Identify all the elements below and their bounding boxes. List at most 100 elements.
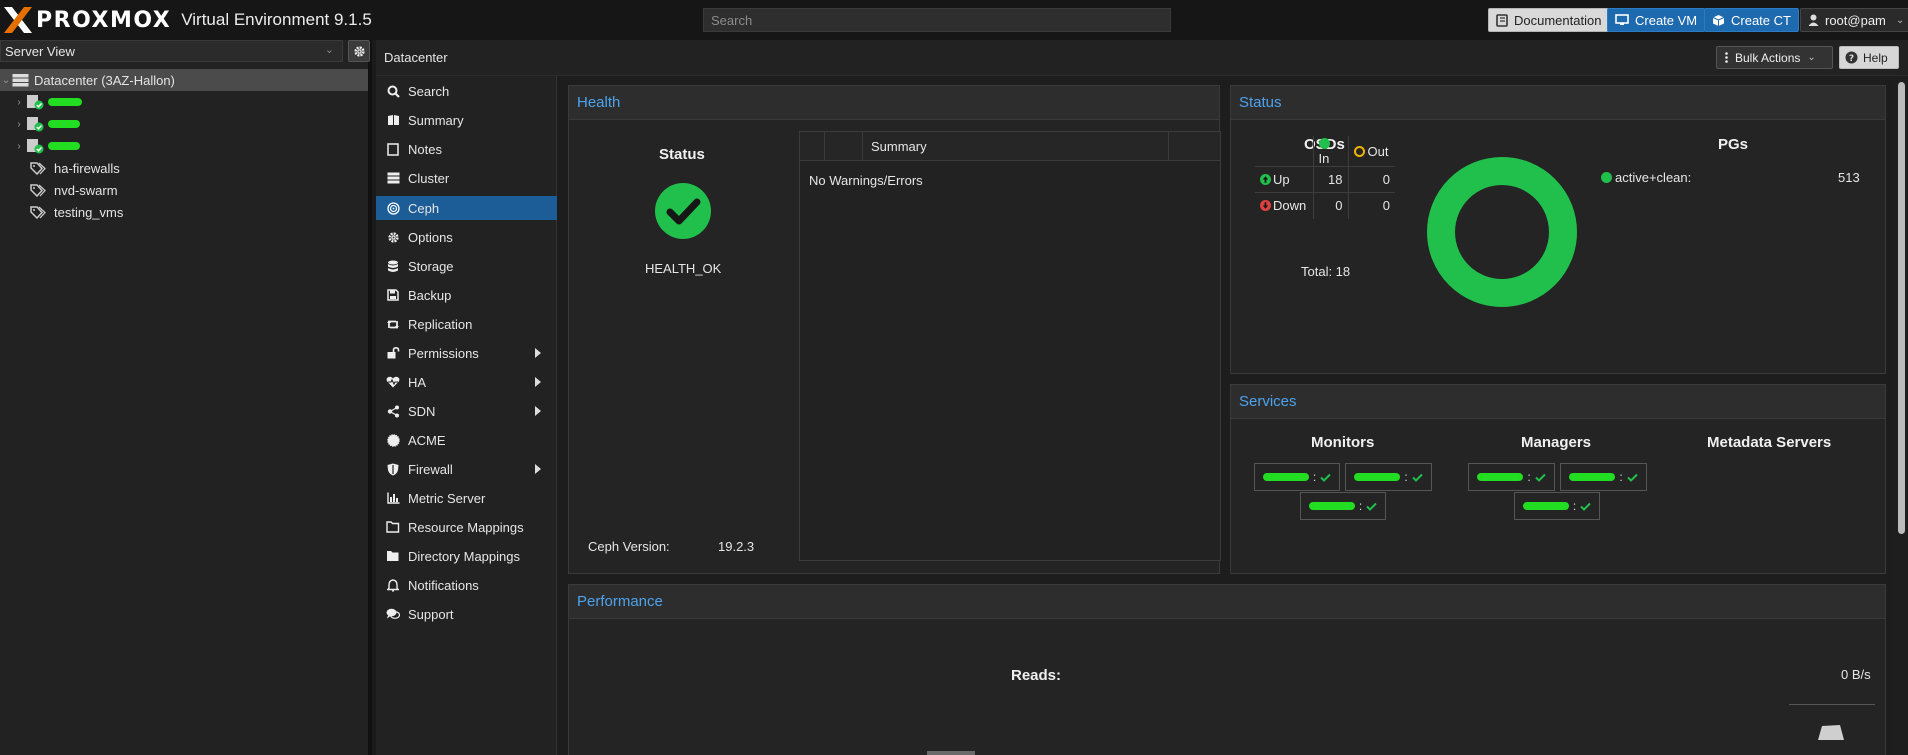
check-icon [1411,473,1423,482]
grid-column-expander[interactable] [825,132,863,160]
folder-open-icon [386,520,400,534]
pg-status-donut-chart[interactable] [1427,157,1577,307]
nav-item-label: Support [408,606,454,622]
nav-item-ha[interactable]: HA [376,370,557,394]
documentation-button[interactable]: Documentation [1488,8,1610,32]
summary-empty-text: No Warnings/Errors [809,173,923,188]
services-panel-title: Services [1231,385,1885,419]
osd-row-down: Down [1255,192,1314,219]
nav-item-permissions[interactable]: Permissions [376,341,557,365]
health-ok-check-icon [655,183,711,239]
bulk-actions-button[interactable]: Bulk Actions ⌄ [1716,46,1833,69]
desktop-icon [1615,14,1629,25]
scrollbar-thumb[interactable] [1898,82,1905,534]
expand-arrow-icon[interactable]: › [13,97,25,108]
nav-item-label: Options [408,229,453,245]
breadcrumb: Datacenter [384,50,448,65]
tree-node-host[interactable]: › [0,113,368,135]
grid-column-severity[interactable] [800,132,825,160]
nav-item-metric-server[interactable]: Metric Server [376,486,557,510]
monitor-service-badge[interactable]: : [1254,463,1340,491]
osd-col-in-label: In [1318,151,1330,166]
status-panel-title: Status [1231,86,1885,120]
user-menu-button[interactable]: root@pam ⌄ [1800,8,1908,32]
osd-col-in: In [1312,136,1349,167]
search-input[interactable] [703,8,1171,32]
notes-icon [386,142,400,156]
submenu-arrow-icon[interactable] [535,348,541,358]
services-panel: Services Monitors Managers Metadata Serv… [1230,384,1886,574]
redacted-hostname [1522,502,1569,510]
datacenter-nav-menu: Search Summary Notes Cluster Ceph Option… [376,76,557,755]
nav-item-options[interactable]: Options [376,225,557,249]
chevron-down-icon: ⌄ [324,44,334,56]
tree-settings-button[interactable] [348,40,370,62]
manager-service-badge[interactable]: : [1514,492,1600,520]
nav-item-label: Firewall [408,461,453,477]
nav-item-acme[interactable]: ACME [376,428,557,452]
manager-service-badge[interactable]: : [1560,463,1647,491]
nav-item-notifications[interactable]: Notifications [376,573,557,597]
create-vm-button[interactable]: Create VM [1607,8,1706,32]
pg-active-clean-arc[interactable] [1427,157,1577,307]
bar-chart-icon [386,491,400,505]
server-view-select[interactable]: Server View ⌄ [0,40,343,62]
nav-item-ceph[interactable]: Ceph [376,196,557,220]
expand-arrow-icon[interactable]: › [13,141,25,152]
horizontal-scroll-indicator[interactable] [927,751,975,755]
nav-item-resource-mappings[interactable]: Resource Mappings [376,515,557,539]
osd-up-in-value: 18 [1312,166,1349,193]
nav-item-directory-mappings[interactable]: Directory Mappings [376,544,557,568]
manager-service-badge[interactable]: : [1468,463,1555,491]
tree-node-pool[interactable]: testing_vms [0,201,368,223]
nav-item-replication[interactable]: Replication [376,312,557,336]
osd-row-down-label: Down [1273,198,1307,214]
expand-arrow-icon[interactable]: › [13,119,25,130]
help-button[interactable]: ? Help [1839,46,1899,69]
ceph-icon [386,201,400,215]
documentation-label: Documentation [1514,12,1602,28]
tree-node-pool[interactable]: nvd-swarm [0,179,368,201]
create-ct-button[interactable]: Create CT [1704,8,1799,32]
create-ct-label: Create CT [1731,12,1791,28]
grid-column-actions[interactable] [1169,132,1220,160]
osd-total-label: Total: 18 [1301,264,1351,279]
nav-item-cluster[interactable]: Cluster [376,166,557,190]
health-panel-title: Health [569,86,1219,120]
monitor-service-badge[interactable]: : [1300,492,1386,520]
question-circle-icon: ? [1845,51,1858,64]
chevron-down-icon: ⌄ [1895,14,1905,26]
host-online-icon [27,139,44,154]
nav-item-support[interactable]: Support [376,602,557,626]
certificate-icon [386,433,400,447]
expand-arrow-icon[interactable]: ⌄ [0,75,12,86]
datacenter-label: Datacenter (3AZ-Hallon) [34,72,175,88]
nav-item-summary[interactable]: Summary [376,108,557,132]
ceph-version-value: 19.2.3 [718,539,755,554]
check-icon [1534,473,1546,482]
nav-item-search[interactable]: Search [376,79,557,103]
out-dot-icon [1353,145,1365,157]
nav-item-storage[interactable]: Storage [376,254,557,278]
tree-node-host[interactable]: › [0,91,368,113]
tree-node-host[interactable]: › [0,135,368,157]
proxmox-logo[interactable]: PROXMOX Virtual Environment 9.1.5 [0,4,372,36]
nav-item-backup[interactable]: Backup [376,283,557,307]
ellipsis-vertical-icon [1725,52,1728,63]
nav-item-firewall[interactable]: Firewall [376,457,557,481]
grid-column-summary[interactable]: Summary [863,132,1169,160]
datacenter-icon [12,74,29,87]
submenu-arrow-icon[interactable] [535,464,541,474]
ceph-content-area: Health Status HEALTH_OK Ceph Version: 19… [558,76,1908,755]
content-scrollbar[interactable] [1895,76,1908,755]
submenu-arrow-icon[interactable] [535,377,541,387]
nav-item-label: Storage [408,258,454,274]
tree-node-datacenter[interactable]: ⌄ Datacenter (3AZ-Hallon) [0,69,368,91]
health-summary-grid: Summary No Warnings/Errors [799,131,1221,561]
submenu-arrow-icon[interactable] [535,406,541,416]
nav-item-sdn[interactable]: SDN [376,399,557,423]
tree-node-pool[interactable]: ha-firewalls [0,157,368,179]
monitor-service-badge[interactable]: : [1345,463,1432,491]
nav-item-notes[interactable]: Notes [376,137,557,161]
performance-panel-title: Performance [569,585,1885,619]
